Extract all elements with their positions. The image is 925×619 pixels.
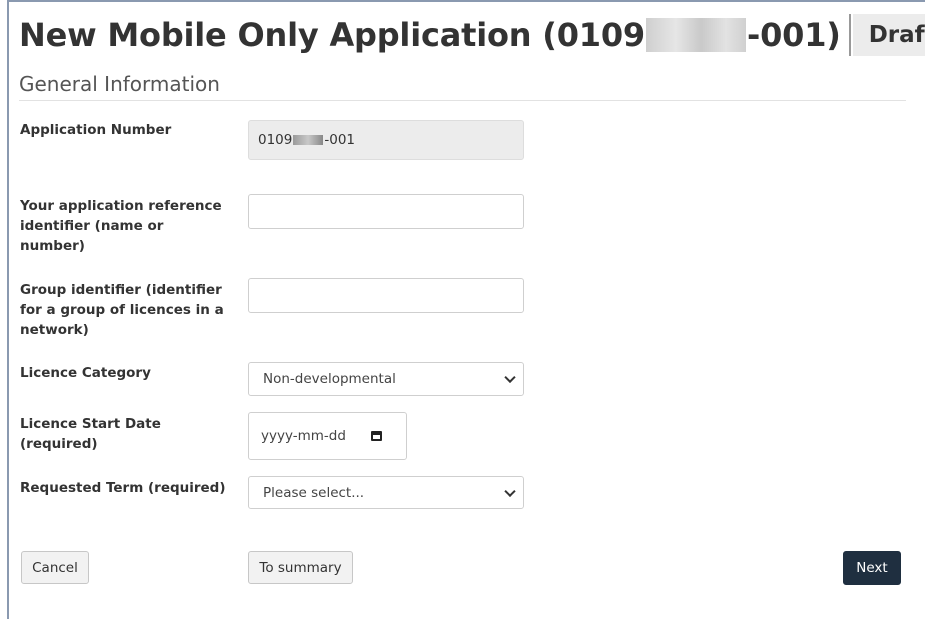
page-title-suffix: -001) bbox=[747, 16, 841, 54]
frame-top-border bbox=[7, 0, 925, 2]
page-title: New Mobile Only Application (0109 -001) bbox=[19, 16, 841, 54]
application-page: New Mobile Only Application (0109 -001) D… bbox=[0, 0, 925, 619]
licence-start-date-label: Licence Start Date (required) bbox=[20, 416, 161, 452]
application-number-suffix: -001 bbox=[324, 132, 355, 148]
page-header: New Mobile Only Application (0109 -001) D… bbox=[19, 14, 925, 56]
title-divider bbox=[848, 14, 851, 56]
next-button[interactable]: Next bbox=[843, 551, 901, 585]
redacted-block bbox=[646, 18, 746, 52]
chevron-down-icon bbox=[504, 371, 516, 384]
page-title-prefix: New Mobile Only Application (0109 bbox=[19, 16, 645, 54]
status-badge: Draft bbox=[852, 14, 925, 56]
reference-identifier-input[interactable] bbox=[248, 194, 524, 229]
cancel-button[interactable]: Cancel bbox=[21, 551, 89, 584]
reference-identifier-label: Your application reference identifier (n… bbox=[20, 198, 222, 254]
group-identifier-input[interactable] bbox=[248, 278, 524, 313]
section-divider bbox=[19, 100, 906, 101]
group-identifier-label: Group identifier (identifier for a group… bbox=[20, 282, 224, 338]
application-number-label: Application Number bbox=[20, 122, 172, 138]
licence-start-date-input[interactable]: yyyy-mm-dd bbox=[248, 412, 407, 460]
requested-term-select[interactable]: Please select... bbox=[248, 476, 524, 509]
frame-left-border bbox=[7, 0, 9, 619]
licence-category-label: Licence Category bbox=[20, 365, 151, 381]
chevron-down-icon bbox=[504, 485, 516, 497]
section-title: General Information bbox=[19, 72, 220, 96]
to-summary-button[interactable]: To summary bbox=[248, 551, 353, 584]
requested-term-label: Requested Term (required) bbox=[20, 480, 226, 496]
requested-term-value: Please select... bbox=[263, 484, 365, 501]
calendar-icon[interactable] bbox=[370, 431, 382, 441]
licence-category-value: Non-developmental bbox=[263, 371, 396, 387]
licence-category-select[interactable]: Non-developmental bbox=[248, 362, 524, 396]
application-number-field: 0109 -001 bbox=[248, 120, 524, 160]
application-number-prefix: 0109 bbox=[258, 132, 293, 148]
licence-start-date-placeholder: yyyy-mm-dd bbox=[261, 428, 346, 444]
redacted-block bbox=[293, 135, 324, 145]
